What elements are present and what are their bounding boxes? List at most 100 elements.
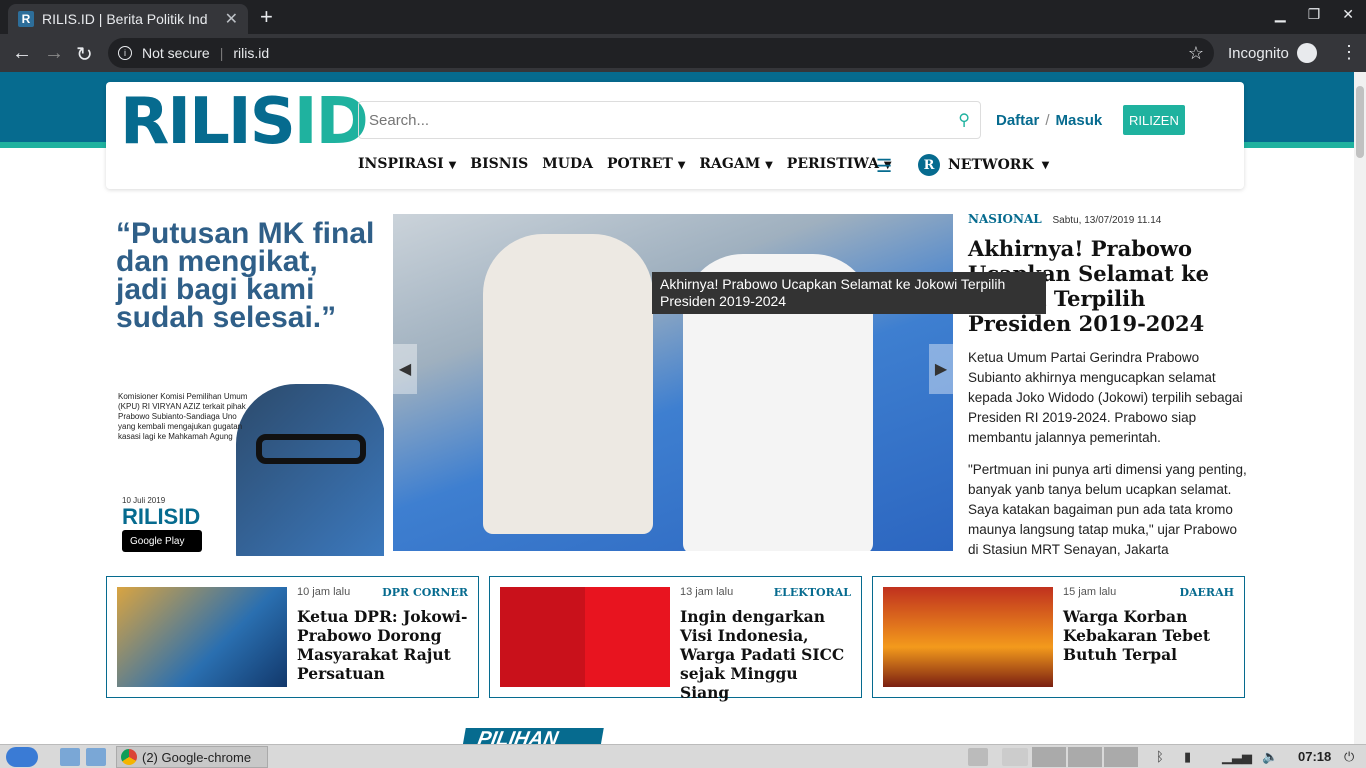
menu-item-ragam[interactable]: RAGAM ▼ bbox=[699, 156, 772, 172]
ad-logo: RILISID bbox=[122, 504, 201, 529]
caret-down-icon: ▼ bbox=[1041, 159, 1050, 171]
slider-next-icon[interactable]: ▶ bbox=[929, 344, 953, 394]
headline-paragraph-1: Ketua Umum Partai Gerindra Prabowo Subia… bbox=[968, 350, 1243, 445]
close-window-icon[interactable]: ✕ bbox=[1342, 6, 1354, 23]
tab-strip: R RILIS.ID | Berita Politik Ind ✕ + ▁ ❐ … bbox=[0, 0, 1366, 34]
address-bar[interactable]: i Not secure | rilis.id ☆ bbox=[108, 38, 1214, 68]
url-text[interactable]: rilis.id bbox=[233, 45, 269, 61]
page-scrollbar[interactable] bbox=[1354, 72, 1366, 744]
battery-icon[interactable]: ▮ bbox=[1184, 749, 1191, 765]
headline-article: NASIONAL Sabtu, 13/07/2019 11.14 Akhirny… bbox=[968, 212, 1248, 560]
logo-id: ID bbox=[293, 85, 369, 159]
back-icon[interactable]: ← bbox=[12, 42, 32, 65]
desktop-icon[interactable] bbox=[86, 748, 106, 766]
headline-category[interactable]: NASIONAL bbox=[968, 212, 1042, 226]
file-manager-icon[interactable] bbox=[60, 748, 80, 766]
card-title[interactable]: Warga Korban Kebakaran Tebet Butuh Terpa… bbox=[1063, 607, 1235, 664]
card-time: 10 jam lalu bbox=[297, 586, 351, 598]
ad-quote: “Putusan MK final dan mengikat, jadi bag… bbox=[116, 217, 375, 334]
site-logo[interactable]: RILISID bbox=[120, 90, 369, 154]
headline-date: Sabtu, 13/07/2019 11.14 bbox=[1052, 215, 1162, 226]
card-title[interactable]: Ingin dengarkan Visi Indonesia, Warga Pa… bbox=[680, 607, 852, 702]
os-taskbar: (2) Google-chrome ᛒ ▮ ▁▃▅ 🔈 07:18 ⏻ bbox=[0, 744, 1366, 768]
new-tab-button[interactable]: + bbox=[260, 4, 273, 30]
network-label: NETWORK bbox=[948, 157, 1034, 173]
logo-main: RILIS bbox=[120, 85, 296, 159]
bookmark-star-icon[interactable]: ☆ bbox=[1188, 43, 1204, 64]
caret-down-icon: ▼ bbox=[448, 160, 457, 171]
card-thumbnail bbox=[500, 587, 670, 687]
search-box: ⚲ bbox=[358, 101, 981, 139]
menu-item-inspirasi[interactable]: INSPIRASI ▼ bbox=[358, 156, 456, 172]
chrome-icon bbox=[121, 749, 137, 765]
menu-item-potret[interactable]: POTRET ▼ bbox=[607, 156, 685, 172]
card-thumbnail bbox=[883, 587, 1053, 687]
news-card[interactable]: 15 jam lalu DAERAH Warga Korban Kebakara… bbox=[872, 576, 1245, 698]
minimize-icon[interactable]: ▁ bbox=[1275, 6, 1286, 23]
web-page: RILISID ⚲ Daftar / Masuk RILIZEN INSPIRASI… bbox=[0, 72, 1354, 744]
window-list-icon[interactable] bbox=[968, 748, 988, 766]
rilizen-button[interactable]: RILIZEN bbox=[1123, 105, 1185, 135]
clock[interactable]: 07:18 bbox=[1298, 749, 1331, 764]
menu-label: PERISTIWA bbox=[786, 156, 879, 172]
info-icon[interactable]: i bbox=[118, 46, 132, 60]
card-thumbnail bbox=[117, 587, 287, 687]
headline-paragraph-2: "Pertmuan ini punya arti dimensi yang pe… bbox=[968, 462, 1247, 557]
slider-prev-icon[interactable]: ◀ bbox=[393, 344, 417, 394]
menu-item-muda[interactable]: MUDA bbox=[542, 156, 593, 172]
search-icon[interactable]: ⚲ bbox=[958, 110, 970, 130]
card-time: 15 jam lalu bbox=[1063, 586, 1117, 598]
auth-links: Daftar / Masuk bbox=[996, 112, 1102, 129]
ad-portrait bbox=[236, 384, 384, 556]
card-category[interactable]: DPR CORNER bbox=[382, 586, 468, 599]
masuk-link[interactable]: Masuk bbox=[1056, 112, 1103, 129]
scrollbar-thumb[interactable] bbox=[1356, 86, 1364, 158]
incognito-label: Incognito bbox=[1228, 44, 1289, 62]
auth-slash: / bbox=[1045, 112, 1050, 129]
search-input[interactable] bbox=[369, 111, 959, 129]
address-divider: | bbox=[219, 45, 224, 61]
ad-glasses bbox=[256, 434, 366, 464]
daftar-link[interactable]: Daftar bbox=[996, 112, 1039, 129]
card-category[interactable]: DAERAH bbox=[1179, 586, 1234, 599]
menu-label: INSPIRASI bbox=[358, 156, 444, 172]
card-title[interactable]: Ketua DPR: Jokowi-Prabowo Dorong Masyara… bbox=[297, 607, 469, 683]
menu-label: POTRET bbox=[606, 156, 673, 172]
google-play-badge[interactable]: Google Play bbox=[122, 530, 202, 552]
network-menu[interactable]: R NETWORK ▼ bbox=[918, 154, 1049, 176]
power-icon[interactable]: ⏻ bbox=[1344, 749, 1354, 765]
caret-down-icon: ▼ bbox=[677, 160, 686, 171]
menu-label: RAGAM bbox=[699, 156, 761, 172]
menu-item-bisnis[interactable]: BISNIS bbox=[470, 156, 528, 172]
headline-meta: NASIONAL Sabtu, 13/07/2019 11.14 bbox=[968, 212, 1248, 226]
incognito-icon bbox=[1296, 43, 1317, 63]
volume-icon[interactable]: 🔈 bbox=[1262, 749, 1278, 765]
taskbar-chrome-item[interactable]: (2) Google-chrome bbox=[116, 746, 268, 768]
news-card[interactable]: 10 jam lalu DPR CORNER Ketua DPR: Jokowi… bbox=[106, 576, 479, 698]
list-view-icon[interactable]: ☰ bbox=[876, 156, 892, 177]
hero-person-left bbox=[483, 234, 653, 534]
caret-down-icon: ▼ bbox=[765, 160, 773, 171]
browser-tab[interactable]: R RILIS.ID | Berita Politik Ind ✕ bbox=[8, 4, 248, 34]
card-time: 13 jam lalu bbox=[680, 586, 734, 598]
reload-icon[interactable]: ↻ bbox=[76, 42, 93, 67]
main-menu: INSPIRASI ▼ BISNIS MUDA POTRET ▼ RAGAM ▼… bbox=[358, 156, 892, 172]
ad-caption: Komisioner Komisi Pemilihan Umum (KPU) R… bbox=[118, 392, 248, 441]
security-label: Not secure bbox=[142, 45, 210, 61]
news-card[interactable]: 13 jam lalu ELEKTORAL Ingin dengarkan Vi… bbox=[489, 576, 862, 702]
browser-menu-icon[interactable]: ⋮ bbox=[1340, 42, 1358, 63]
signal-icon[interactable]: ▁▃▅ bbox=[1222, 749, 1252, 765]
card-category[interactable]: ELEKTORAL bbox=[774, 586, 851, 599]
chrome-tray-icon[interactable] bbox=[1002, 748, 1028, 766]
tab-title: RILIS.ID | Berita Politik Ind bbox=[42, 11, 208, 27]
forward-icon[interactable]: → bbox=[44, 42, 64, 65]
start-menu-icon[interactable] bbox=[6, 747, 38, 767]
taskbar-chrome-label: (2) Google-chrome bbox=[142, 749, 252, 765]
close-tab-icon[interactable]: ✕ bbox=[225, 9, 238, 29]
restore-icon[interactable]: ❐ bbox=[1308, 6, 1321, 23]
window-controls: ▁ ❐ ✕ bbox=[1275, 6, 1354, 23]
bluetooth-icon[interactable]: ᛒ bbox=[1156, 749, 1164, 764]
ad-banner[interactable]: “Putusan MK final dan mengikat, jadi bag… bbox=[106, 214, 384, 556]
hero-image[interactable]: ◀ ▶ bbox=[393, 214, 953, 551]
image-tooltip: Akhirnya! Prabowo Ucapkan Selamat ke Jok… bbox=[652, 272, 1046, 314]
